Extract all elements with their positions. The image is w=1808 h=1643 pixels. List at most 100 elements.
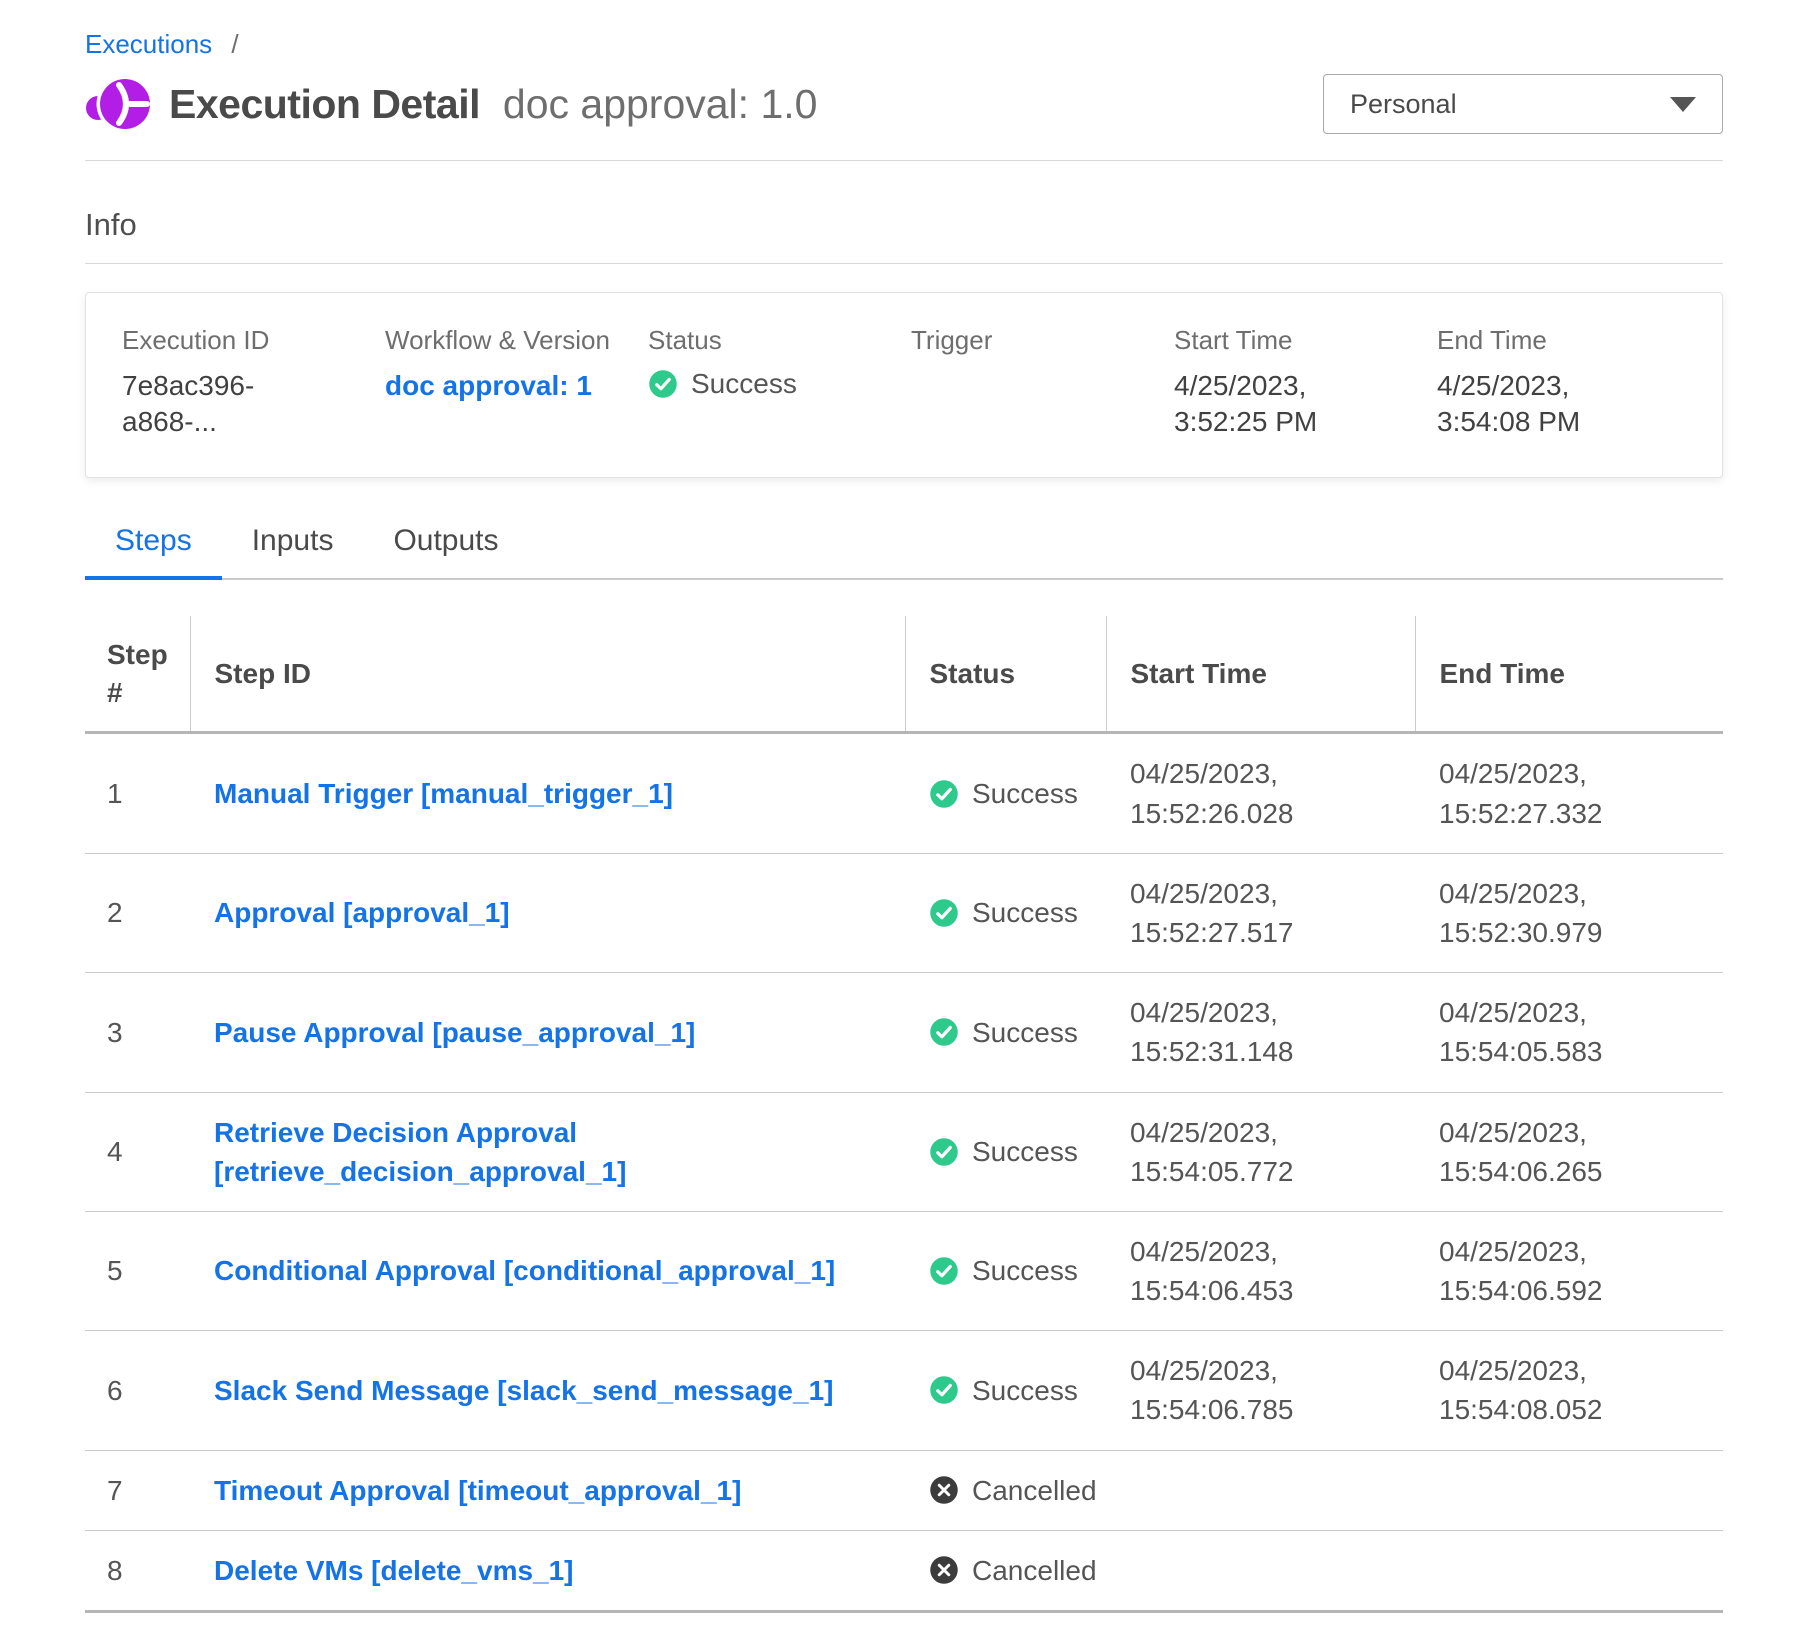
status-badge: Success [929, 1251, 1086, 1290]
status-label: Cancelled [972, 1551, 1097, 1590]
success-check-icon [929, 1256, 959, 1286]
table-row: 5 Conditional Approval [conditional_appro… [85, 1211, 1723, 1330]
breadcrumb-separator: / [231, 29, 238, 59]
step-status-cell: Cancelled [905, 1530, 1106, 1611]
step-status-cell: Success [905, 1092, 1106, 1211]
end-time-value: 04/25/2023, 15:52:30.979 [1439, 878, 1603, 948]
column-header-end-time: End Time [1415, 616, 1723, 733]
step-number-cell: 7 [85, 1450, 190, 1530]
step-start-time-cell: 04/25/2023, 15:54:06.453 [1106, 1211, 1415, 1330]
info-field-label: Start Time [1174, 325, 1423, 356]
status-badge: Success [929, 774, 1086, 813]
step-end-time-cell: 04/25/2023, 15:52:27.332 [1415, 733, 1723, 853]
step-id-cell: Timeout Approval [timeout_approval_1] [190, 1450, 905, 1530]
step-status-cell: Success [905, 1211, 1106, 1330]
status-label: Success [972, 1013, 1078, 1052]
info-field-value: 4/25/2023, 3:52:25 PM [1174, 368, 1423, 441]
cancelled-x-icon [929, 1475, 959, 1505]
info-section-heading: Info [85, 207, 1723, 243]
step-link-manual-trigger[interactable]: Manual Trigger [manual_trigger_1] [214, 778, 673, 809]
step-number: 4 [107, 1136, 123, 1167]
tab-inputs[interactable]: Inputs [222, 520, 364, 580]
breadcrumb-link-executions[interactable]: Executions [85, 29, 212, 59]
workflow-version-link[interactable]: doc approval: 1 [385, 368, 618, 404]
workflow-brand-icon [85, 74, 151, 134]
title-row: Execution Detail doc approval: 1.0 Perso… [85, 74, 1723, 134]
tab-bar: StepsInputsOutputs [85, 520, 1723, 580]
step-link-conditional-approval[interactable]: Conditional Approval [conditional_approv… [214, 1255, 835, 1286]
info-field-value: 4/25/2023, 3:54:08 PM [1437, 368, 1686, 441]
page-title-main: Execution Detail [169, 81, 480, 127]
success-check-icon [929, 779, 959, 809]
step-start-time-cell [1106, 1530, 1415, 1611]
end-time-value: 04/25/2023, 15:54:08.052 [1439, 1355, 1603, 1425]
step-status-cell: Cancelled [905, 1450, 1106, 1530]
status-badge: Success [929, 1132, 1086, 1171]
step-link-delete-vms[interactable]: Delete VMs [delete_vms_1] [214, 1555, 574, 1586]
step-end-time-cell [1415, 1530, 1723, 1611]
chevron-down-icon [1670, 97, 1696, 112]
step-link-slack-send-message[interactable]: Slack Send Message [slack_send_message_1… [214, 1375, 833, 1406]
status-badge: Success [929, 1371, 1086, 1410]
step-number-cell: 5 [85, 1211, 190, 1330]
success-check-icon [929, 898, 959, 928]
step-number: 7 [107, 1475, 123, 1506]
end-time-value: 04/25/2023, 15:54:05.583 [1439, 997, 1603, 1067]
column-header-step-id: Step ID [190, 616, 905, 733]
start-time-value: 04/25/2023, 15:54:06.453 [1130, 1236, 1294, 1306]
info-field-label: Trigger [911, 325, 1160, 356]
step-link-pause-approval[interactable]: Pause Approval [pause_approval_1] [214, 1017, 695, 1048]
page-title: Execution Detail doc approval: 1.0 [169, 81, 817, 128]
step-link-approval[interactable]: Approval [approval_1] [214, 897, 510, 928]
status-badge: Success [929, 893, 1086, 932]
step-end-time-cell: 04/25/2023, 15:54:05.583 [1415, 973, 1723, 1092]
step-link-timeout-approval[interactable]: Timeout Approval [timeout_approval_1] [214, 1475, 741, 1506]
step-id-cell: Slack Send Message [slack_send_message_1… [190, 1331, 905, 1450]
step-status-cell: Success [905, 733, 1106, 853]
table-header-row: Step #Step IDStatusStart TimeEnd Time [85, 616, 1723, 733]
info-heading-divider [85, 263, 1723, 264]
step-number-cell: 4 [85, 1092, 190, 1211]
step-end-time-cell: 04/25/2023, 15:54:06.265 [1415, 1092, 1723, 1211]
steps-table: Step #Step IDStatusStart TimeEnd Time 1 M… [85, 616, 1723, 1613]
cancelled-x-icon [929, 1555, 959, 1585]
success-check-icon [648, 369, 678, 399]
execution-status: Success [648, 368, 897, 400]
step-number-cell: 2 [85, 853, 190, 972]
step-number-cell: 3 [85, 973, 190, 1092]
start-time-value: 04/25/2023, 15:54:06.785 [1130, 1355, 1294, 1425]
step-id-cell: Manual Trigger [manual_trigger_1] [190, 733, 905, 853]
step-id-cell: Approval [approval_1] [190, 853, 905, 972]
step-number: 2 [107, 897, 123, 928]
column-header-status: Status [905, 616, 1106, 733]
column-header-step: Step # [85, 616, 190, 733]
start-time-value: 04/25/2023, 15:54:05.772 [1130, 1117, 1294, 1187]
step-start-time-cell: 04/25/2023, 15:54:06.785 [1106, 1331, 1415, 1450]
info-field-end-time: End Time4/25/2023, 3:54:08 PM [1437, 325, 1686, 441]
step-number: 3 [107, 1017, 123, 1048]
status-badge: Success [929, 1013, 1086, 1052]
end-time-value: 04/25/2023, 15:54:06.592 [1439, 1236, 1603, 1306]
step-number-cell: 1 [85, 733, 190, 853]
step-number-cell: 8 [85, 1530, 190, 1611]
end-time-value: 04/25/2023, 15:52:27.332 [1439, 758, 1603, 828]
start-time-value: 04/25/2023, 15:52:26.028 [1130, 758, 1294, 828]
start-time-value: 04/25/2023, 15:52:27.517 [1130, 878, 1294, 948]
step-status-cell: Success [905, 973, 1106, 1092]
end-time-value: 04/25/2023, 15:54:06.265 [1439, 1117, 1603, 1187]
status-label: Success [972, 1132, 1078, 1171]
tab-outputs[interactable]: Outputs [363, 520, 528, 580]
table-row: 6 Slack Send Message [slack_send_message_… [85, 1331, 1723, 1450]
table-row: 1 Manual Trigger [manual_trigger_1] Succes… [85, 733, 1723, 853]
step-number: 1 [107, 778, 123, 809]
title-divider [85, 160, 1723, 161]
breadcrumb: Executions / [85, 28, 1723, 60]
step-number: 8 [107, 1555, 123, 1586]
step-link-retrieve-decision-approval[interactable]: Retrieve Decision Approval [retrieve_dec… [214, 1117, 626, 1187]
info-field-start-time: Start Time 4/25/2023, 3:52:25 PM [1174, 325, 1423, 441]
step-number: 6 [107, 1375, 123, 1406]
tab-steps[interactable]: Steps [85, 520, 222, 580]
info-field-label: Status [648, 325, 897, 356]
info-field-label: Execution ID [122, 325, 371, 356]
scope-dropdown[interactable]: Personal [1323, 74, 1723, 134]
